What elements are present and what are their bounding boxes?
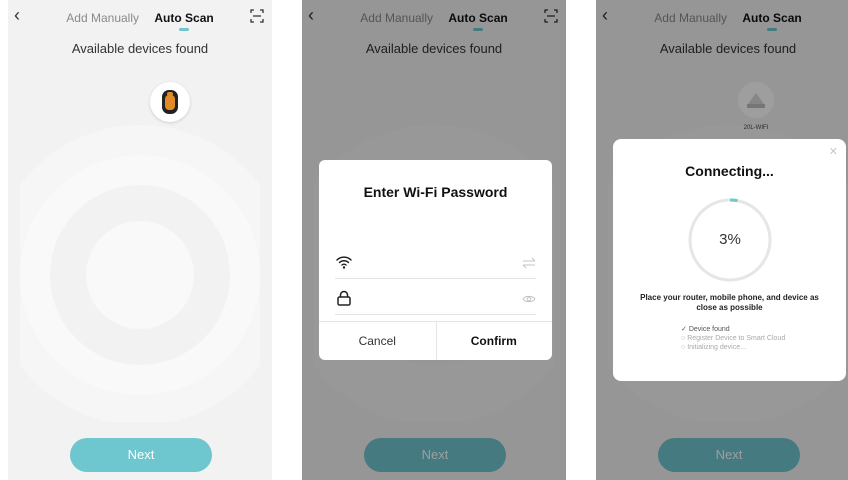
wifi-password-dialog: Enter Wi-Fi Password Cancel Confirm — [319, 160, 552, 360]
step-register-device: ○ Register Device to Smart Cloud — [681, 334, 785, 343]
switch-network-icon[interactable] — [522, 257, 536, 269]
found-device[interactable] — [150, 82, 190, 122]
progress-percent: 3% — [719, 231, 741, 248]
tab-add-manually[interactable]: Add Manually — [66, 11, 139, 25]
screen-auto-scan: ‹ Add Manually Auto Scan Available devic… — [8, 0, 272, 480]
step-device-found: ✓ Device found — [681, 325, 785, 334]
placement-hint: Place your router, mobile phone, and dev… — [640, 293, 819, 312]
next-button[interactable]: Next — [70, 438, 212, 472]
pending-dot-icon: ○ — [681, 335, 686, 342]
dialog-title: Connecting... — [685, 163, 774, 179]
radar-rings — [20, 125, 260, 422]
screen-connecting: ‹ Add Manually Auto Scan Available devic… — [596, 0, 848, 480]
pending-dot-icon: ○ — [681, 344, 686, 351]
wifi-password-field[interactable] — [335, 284, 536, 315]
dialog-buttons: Cancel Confirm — [319, 321, 552, 360]
tab-bar: Add Manually Auto Scan — [8, 11, 272, 25]
screen-wifi-password: ‹ Add Manually Auto Scan Available devic… — [302, 0, 566, 480]
wifi-ssid-field[interactable] — [335, 248, 536, 279]
wifi-icon — [336, 256, 352, 269]
dialog-title: Enter Wi-Fi Password — [363, 184, 508, 200]
confirm-button[interactable]: Confirm — [436, 322, 553, 360]
nav-bar: ‹ Add Manually Auto Scan — [8, 0, 272, 34]
step-initializing: ○ Initializing device... — [681, 343, 785, 352]
close-icon[interactable]: ✕ — [829, 147, 838, 158]
connecting-dialog: ✕ Connecting... 3% Place your router, mo… — [613, 139, 846, 381]
connection-steps: ✓ Device found ○ Register Device to Smar… — [681, 325, 785, 352]
tab-auto-scan[interactable]: Auto Scan — [154, 11, 213, 25]
show-password-eye-icon[interactable] — [522, 293, 536, 305]
cancel-button[interactable]: Cancel — [319, 322, 437, 360]
device-robot-icon — [162, 90, 178, 114]
lock-icon — [337, 290, 351, 306]
scan-qr-icon[interactable] — [250, 9, 264, 23]
step-label: Device found — [688, 326, 730, 333]
step-label: Initializing device... — [687, 344, 746, 351]
step-label: Register Device to Smart Cloud — [687, 335, 786, 342]
page-title: Available devices found — [71, 41, 209, 56]
check-icon: ✓ — [681, 326, 687, 333]
